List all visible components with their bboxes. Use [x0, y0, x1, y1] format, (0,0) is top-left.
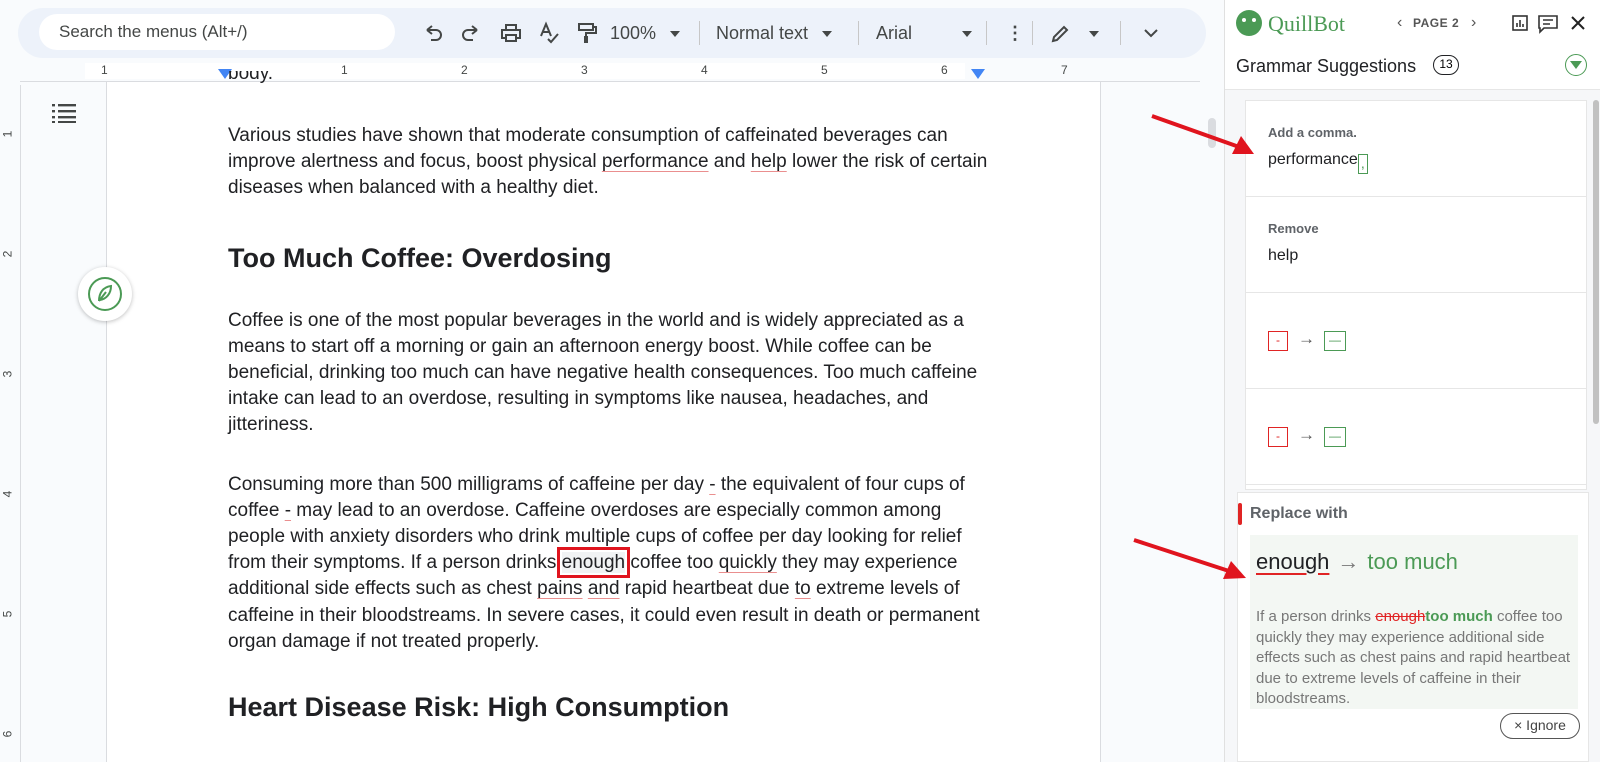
annotation-arrow [1151, 114, 1254, 154]
flagged-word[interactable]: and [588, 578, 620, 599]
prev-page-icon[interactable]: ‹ [1397, 14, 1402, 32]
arrow-right-icon: → [1337, 549, 1360, 574]
doc-paragraph: Various studies have shown that moderate… [228, 123, 988, 202]
ruler-tick: 3 [0, 370, 15, 378]
filter-icon[interactable] [1565, 54, 1587, 76]
flagged-word[interactable]: help [751, 151, 787, 172]
ruler-tick: 7 [1061, 63, 1068, 77]
suggestion-list: Add a comma. performance, Remove help - … [1245, 100, 1587, 490]
ignore-button[interactable]: × Ignore [1500, 713, 1580, 739]
highlighted-word-enough[interactable]: enough [556, 547, 631, 579]
detail-body: enough → too much If a person drinks enoug… [1250, 535, 1578, 709]
toolbar-divider [986, 21, 987, 45]
annotation-arrow [1133, 538, 1246, 579]
style-select[interactable]: Normal text [716, 21, 832, 45]
suggestion-card-dash[interactable]: - → — [1246, 389, 1586, 485]
p3-text: coffee too [625, 552, 719, 574]
suggestion-word: help [1268, 247, 1299, 264]
font-name: Arial [876, 23, 913, 43]
ruler-tick: 2 [0, 250, 15, 258]
p3-text: rapid heartbeat due [619, 578, 795, 600]
font-select[interactable]: Arial [876, 21, 972, 45]
flagged-word[interactable]: quickly [719, 552, 777, 573]
replacement-preview[interactable]: enough → too much [1256, 549, 1458, 575]
collapse-toolbar-icon[interactable] [1142, 21, 1160, 45]
vertical-ruler [0, 85, 22, 762]
inserted-char-box: — [1324, 331, 1346, 351]
insert-comma-box: , [1357, 154, 1368, 174]
struck-word: enough [1375, 608, 1426, 625]
suggestion-text: performance, [1268, 151, 1368, 174]
print-icon[interactable] [500, 21, 522, 45]
context-text: If a person drinks [1256, 608, 1376, 625]
arrow-right-icon: → [1298, 425, 1315, 444]
deleted-char-box: - [1268, 427, 1288, 447]
top-fragment-text: body. [228, 71, 274, 84]
toolbar-divider [1120, 21, 1121, 45]
quillbot-header: QuillBot ‹ PAGE 2 › Grammar Suggestions … [1225, 0, 1600, 90]
toolbar-divider [858, 21, 859, 45]
replacement-word[interactable]: too much [1367, 549, 1458, 574]
ruler-tick: 5 [0, 610, 15, 618]
inserted-char-box: — [1324, 427, 1346, 447]
arrow-right-icon: → [1298, 329, 1315, 348]
ruler-tick: 6 [0, 730, 15, 738]
more-options-icon[interactable]: ⋮ [1006, 21, 1024, 45]
doc-heading: Too Much Coffee: Overdosing [228, 242, 612, 273]
suggestion-count-badge: 13 [1433, 55, 1459, 75]
suggestion-detail-card[interactable]: Replace with enough → too much If a person… [1237, 492, 1589, 762]
suggestion-word: performance [1268, 151, 1358, 168]
quillbot-floating-button[interactable] [78, 267, 132, 321]
document-body[interactable]: body. Various studies have shown that mo… [228, 71, 988, 723]
search-menus-input[interactable]: Search the menus (Alt+/) [39, 14, 395, 50]
doc-paragraph: Consuming more than 500 milligrams of ca… [228, 472, 988, 655]
ruler-tick: 1 [101, 63, 108, 77]
ruler-tick: 1 [0, 130, 15, 138]
undo-icon[interactable] [423, 21, 443, 45]
original-word: enough [1256, 549, 1330, 574]
grammar-suggestions-title: Grammar Suggestions [1236, 56, 1417, 76]
error-indicator [1238, 503, 1242, 525]
flagged-word[interactable]: pains [537, 578, 582, 599]
quillbot-logo-icon [1236, 10, 1262, 36]
close-icon[interactable] [1569, 14, 1587, 37]
suggestion-card-dash[interactable]: - → — [1246, 293, 1586, 389]
comments-icon[interactable] [1537, 14, 1559, 39]
flagged-word[interactable]: to [795, 578, 811, 599]
next-page-icon[interactable]: › [1471, 14, 1476, 32]
quillbot-brand: QuillBot [1268, 11, 1346, 36]
page-indicator: PAGE 2 [1413, 16, 1460, 30]
paint-format-icon[interactable] [576, 21, 598, 45]
quillbot-panel: QuillBot ‹ PAGE 2 › Grammar Suggestions … [1224, 0, 1600, 762]
p3-text: Consuming more than 500 milligrams of ca… [228, 473, 710, 495]
spellcheck-icon[interactable] [538, 21, 560, 45]
quillbot-feather-icon [88, 277, 122, 311]
doc-heading: Heart Disease Risk: High Consumption [228, 692, 730, 723]
suggestion-card-add-comma[interactable]: Add a comma. performance, [1246, 101, 1586, 197]
doc-paragraph: Coffee is one of the most popular bevera… [228, 309, 978, 436]
p1-text: and [708, 151, 751, 173]
deleted-char-box: - [1268, 331, 1288, 351]
added-word: too much [1425, 608, 1493, 625]
panel-scrollbar[interactable] [1593, 100, 1599, 424]
editing-mode-icon[interactable] [1050, 21, 1099, 45]
ruler-tick: 4 [0, 490, 15, 498]
suggestion-title: Add a comma. [1268, 125, 1357, 140]
toolbar-divider [1032, 21, 1033, 45]
doc-fragment: body. [228, 71, 988, 93]
document-outline-icon[interactable] [52, 103, 76, 128]
redo-icon[interactable] [461, 21, 481, 45]
docs-toolbar: Search the menus (Alt+/) 100% Normal tex… [18, 8, 1206, 58]
suggestion-card-remove[interactable]: Remove help [1246, 197, 1586, 293]
vertical-ruler-border [20, 85, 21, 762]
zoom-select[interactable]: 100% [610, 21, 680, 45]
flagged-word[interactable]: performance [602, 151, 709, 172]
detail-title: Replace with [1250, 505, 1348, 522]
suggestion-title: Remove [1268, 221, 1319, 236]
stats-icon[interactable] [1511, 14, 1529, 37]
app-window: { "toolbar": { "search_placeholder": "Se… [0, 0, 1600, 762]
context-sentence: If a person drinks enoughtoo much coffee… [1256, 607, 1572, 710]
toolbar-divider [699, 21, 700, 45]
